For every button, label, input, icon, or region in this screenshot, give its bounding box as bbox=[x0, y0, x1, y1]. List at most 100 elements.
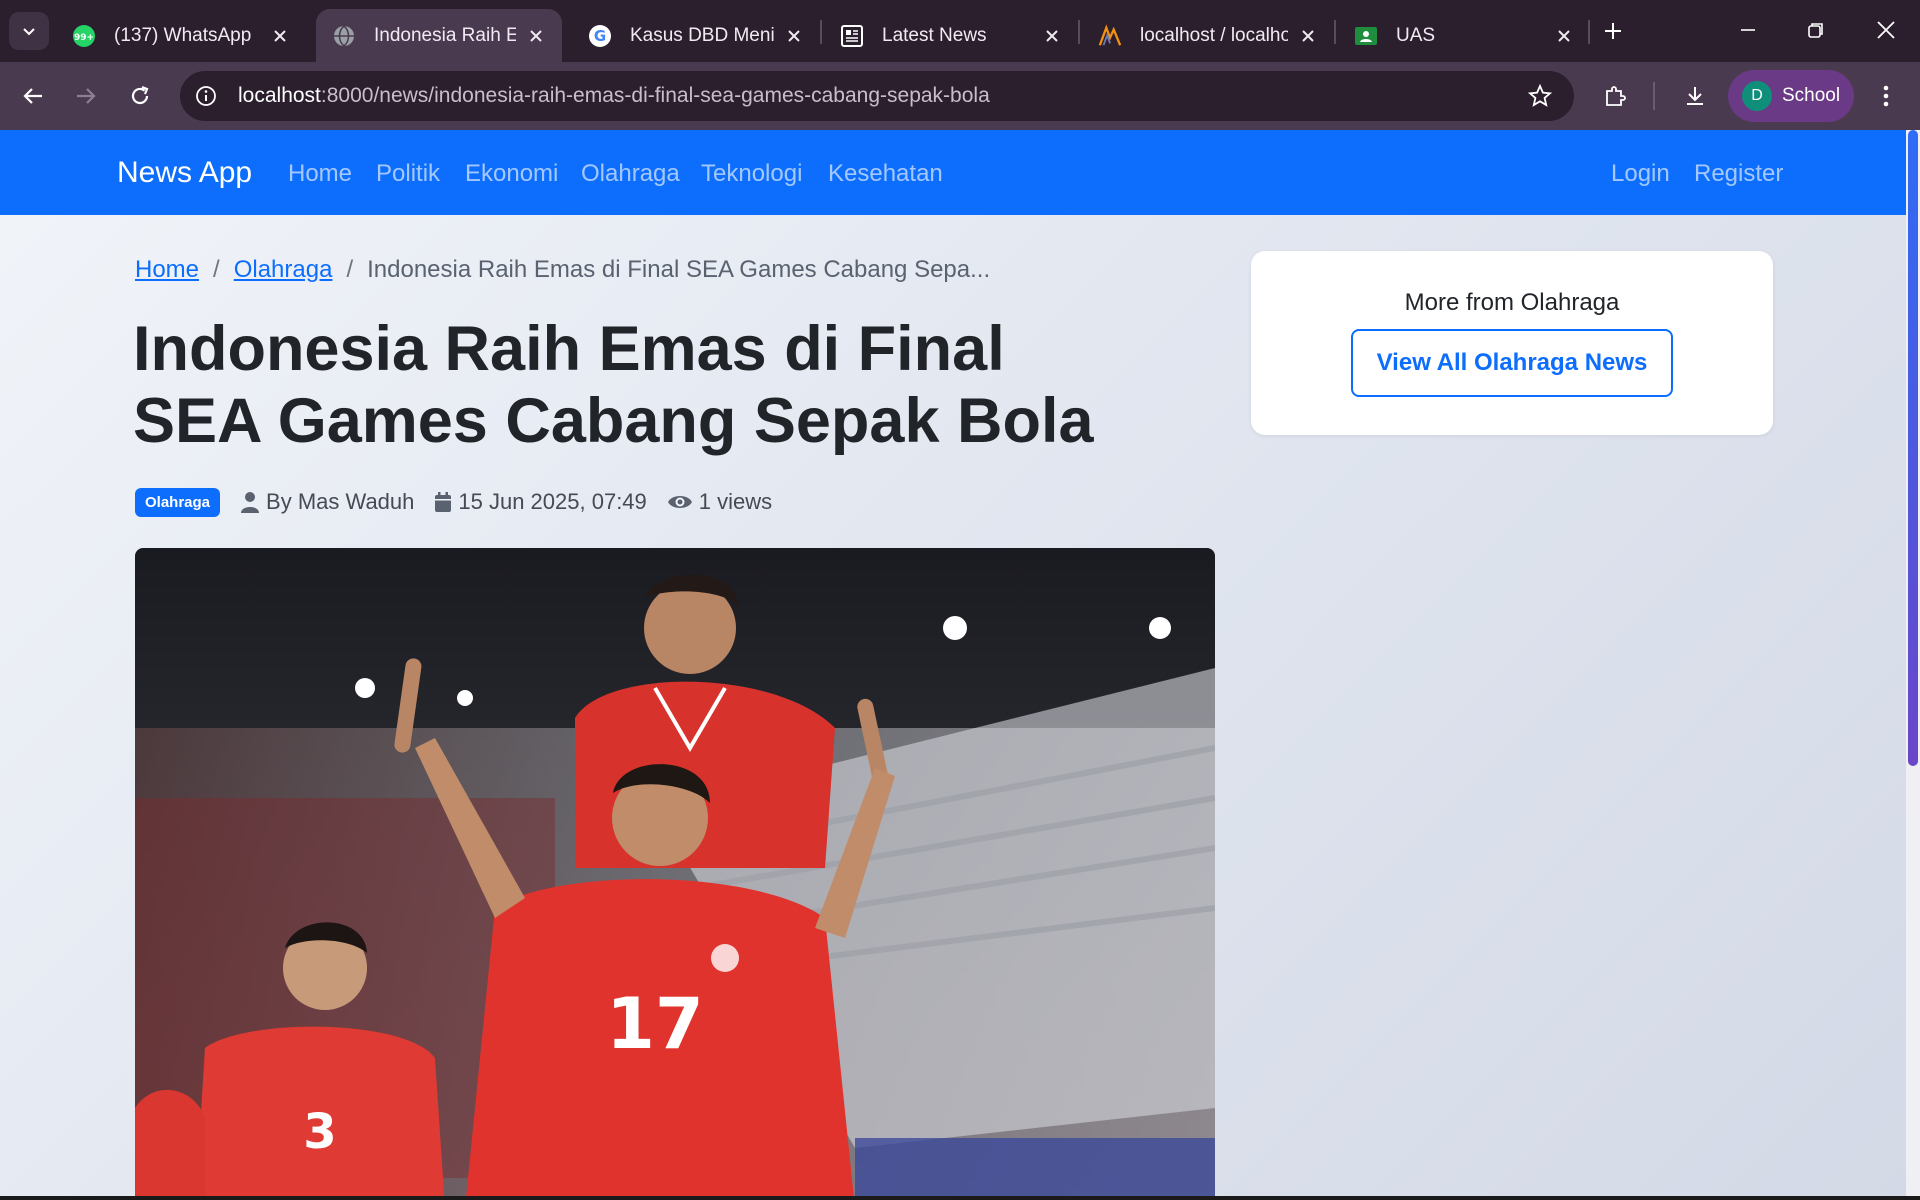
navbar-brand[interactable]: News App bbox=[117, 156, 252, 190]
arrow-right-icon bbox=[77, 88, 96, 104]
tab-uas[interactable]: UAS bbox=[1338, 9, 1590, 62]
minimize-button[interactable] bbox=[1720, 8, 1776, 52]
date-meta: 15 Jun 2025, 07:49 bbox=[434, 489, 647, 515]
nav-link-kesehatan[interactable]: Kesehatan bbox=[828, 160, 943, 188]
tab-title: Kasus DBD Meningkat bbox=[630, 24, 774, 46]
close-icon[interactable] bbox=[268, 24, 292, 48]
article-title: Indonesia Raih Emas di Final SEA Games C… bbox=[133, 314, 1094, 456]
svg-text:G: G bbox=[594, 27, 606, 45]
reload-button[interactable] bbox=[118, 74, 162, 118]
forward-button[interactable] bbox=[64, 74, 108, 118]
close-window-button[interactable] bbox=[1858, 8, 1914, 52]
browser-menu-button[interactable] bbox=[1864, 74, 1908, 118]
tab-separator bbox=[820, 20, 822, 44]
svg-text:3: 3 bbox=[303, 1104, 336, 1160]
restore-button[interactable] bbox=[1788, 8, 1844, 52]
site-info-icon[interactable] bbox=[194, 84, 218, 108]
restore-icon bbox=[1808, 23, 1823, 38]
address-bar[interactable]: localhost:8000/news/indonesia-raih-emas-… bbox=[180, 71, 1574, 121]
tab-separator bbox=[1334, 20, 1336, 44]
breadcrumb: Home / Olahraga / Indonesia Raih Emas di Fin… bbox=[135, 256, 990, 284]
breadcrumb-separator: / bbox=[213, 256, 220, 283]
tab-search-button[interactable] bbox=[9, 12, 49, 50]
card-heading: More from Olahraga bbox=[1404, 289, 1620, 316]
view-all-category-button[interactable]: View All Olahraga News bbox=[1351, 329, 1673, 397]
new-tab-button[interactable] bbox=[1594, 12, 1632, 50]
reload-icon bbox=[131, 85, 149, 105]
nav-link-politik[interactable]: Politik bbox=[376, 160, 440, 188]
scrollbar-thumb[interactable] bbox=[1908, 130, 1918, 766]
breadcrumb-separator: / bbox=[346, 256, 354, 283]
category-badge: Olahraga bbox=[135, 487, 221, 517]
calendar-icon bbox=[435, 492, 452, 512]
page-scrollbar[interactable] bbox=[1906, 130, 1920, 1200]
close-icon[interactable] bbox=[782, 24, 806, 48]
chevron-down-icon bbox=[23, 28, 35, 36]
breadcrumb-current: Indonesia Raih Emas di Final SEA Games C… bbox=[367, 256, 991, 283]
tab-separator bbox=[1078, 20, 1080, 44]
arrow-left-icon bbox=[23, 88, 42, 104]
close-icon[interactable] bbox=[1296, 24, 1320, 48]
nav-link-teknologi[interactable]: Teknologi bbox=[701, 160, 802, 188]
downloads-button[interactable] bbox=[1673, 74, 1717, 118]
url-path: :8000/news/indonesia-raih-emas-di-final-… bbox=[320, 84, 990, 107]
close-icon bbox=[1877, 21, 1895, 39]
svg-text:99+: 99+ bbox=[74, 33, 94, 43]
tab-whatsapp[interactable]: 99+ (137) WhatsApp bbox=[56, 9, 306, 62]
page-viewport: News App Home Politik Ekonomi Olahraga T… bbox=[0, 130, 1920, 1200]
puzzle-icon bbox=[1606, 86, 1626, 106]
back-button[interactable] bbox=[11, 74, 55, 118]
url-text: localhost:8000/news/indonesia-raih-emas-… bbox=[238, 84, 990, 108]
football-celebration-photo: 17 3 bbox=[135, 548, 1215, 1200]
minimize-icon bbox=[1741, 29, 1755, 31]
svg-text:17: 17 bbox=[606, 983, 703, 1065]
plus-icon bbox=[1605, 23, 1621, 39]
breadcrumb-category[interactable]: Olahraga bbox=[234, 256, 333, 283]
profile-name: School bbox=[1782, 85, 1841, 106]
extensions-button[interactable] bbox=[1593, 74, 1637, 118]
article-meta: Olahraga By Mas Waduh 15 Jun 2025, 07:49… bbox=[135, 484, 792, 520]
window-bottom-edge bbox=[0, 1196, 1920, 1200]
tab-separator bbox=[1588, 20, 1590, 44]
eye-icon bbox=[667, 496, 692, 508]
tab-article[interactable]: Indonesia Raih Emas di Final SEA Games C… bbox=[316, 9, 562, 62]
phpmyadmin-icon bbox=[1098, 23, 1122, 48]
user-icon bbox=[241, 492, 260, 513]
nav-link-login[interactable]: Login bbox=[1611, 160, 1670, 188]
profile-button[interactable]: D School bbox=[1728, 70, 1854, 122]
avatar: D bbox=[1742, 81, 1772, 111]
close-icon[interactable] bbox=[1552, 24, 1576, 48]
tab-title: (137) WhatsApp bbox=[114, 24, 252, 46]
whatsapp-icon: 99+ bbox=[72, 24, 96, 48]
news-icon bbox=[840, 24, 864, 48]
tab-title: Indonesia Raih Emas di Final SEA Games C… bbox=[374, 24, 516, 46]
classroom-icon bbox=[1354, 24, 1378, 48]
download-icon bbox=[1687, 87, 1703, 105]
tab-phpmyadmin[interactable]: localhost / localhost bbox=[1082, 9, 1334, 62]
nav-link-ekonomi[interactable]: Ekonomi bbox=[465, 160, 558, 188]
toolbar-divider bbox=[1653, 82, 1655, 110]
tab-latest-news[interactable]: Latest News bbox=[824, 9, 1078, 62]
tab-strip: 99+ (137) WhatsApp Indonesia Raih Emas d… bbox=[0, 0, 1920, 62]
related-news-card: More from Olahraga View All Olahraga New… bbox=[1251, 251, 1773, 435]
tab-google[interactable]: G Kasus DBD Meningkat bbox=[572, 9, 820, 62]
publish-date: 15 Jun 2025, 07:49 bbox=[458, 489, 647, 514]
breadcrumb-home[interactable]: Home bbox=[135, 256, 199, 283]
close-icon[interactable] bbox=[524, 24, 548, 48]
article-image: 17 3 bbox=[135, 548, 1215, 1200]
tab-title: localhost / localhost bbox=[1140, 24, 1288, 46]
nav-link-register[interactable]: Register bbox=[1694, 160, 1783, 188]
author-name: By Mas Waduh bbox=[266, 489, 415, 514]
nav-link-olahraga[interactable]: Olahraga bbox=[581, 160, 680, 188]
author-meta: By Mas Waduh bbox=[240, 489, 414, 515]
app-navbar: News App Home Politik Ekonomi Olahraga T… bbox=[0, 130, 1906, 215]
close-icon[interactable] bbox=[1040, 24, 1064, 48]
kebab-menu-icon bbox=[1883, 85, 1889, 107]
google-icon: G bbox=[588, 24, 612, 48]
nav-link-home[interactable]: Home bbox=[288, 160, 352, 188]
bookmark-star-icon[interactable] bbox=[1528, 84, 1552, 108]
views-meta: 1 views bbox=[667, 489, 772, 515]
tab-title: UAS bbox=[1396, 24, 1436, 46]
view-count: 1 views bbox=[698, 489, 773, 514]
url-host: localhost bbox=[238, 84, 321, 107]
